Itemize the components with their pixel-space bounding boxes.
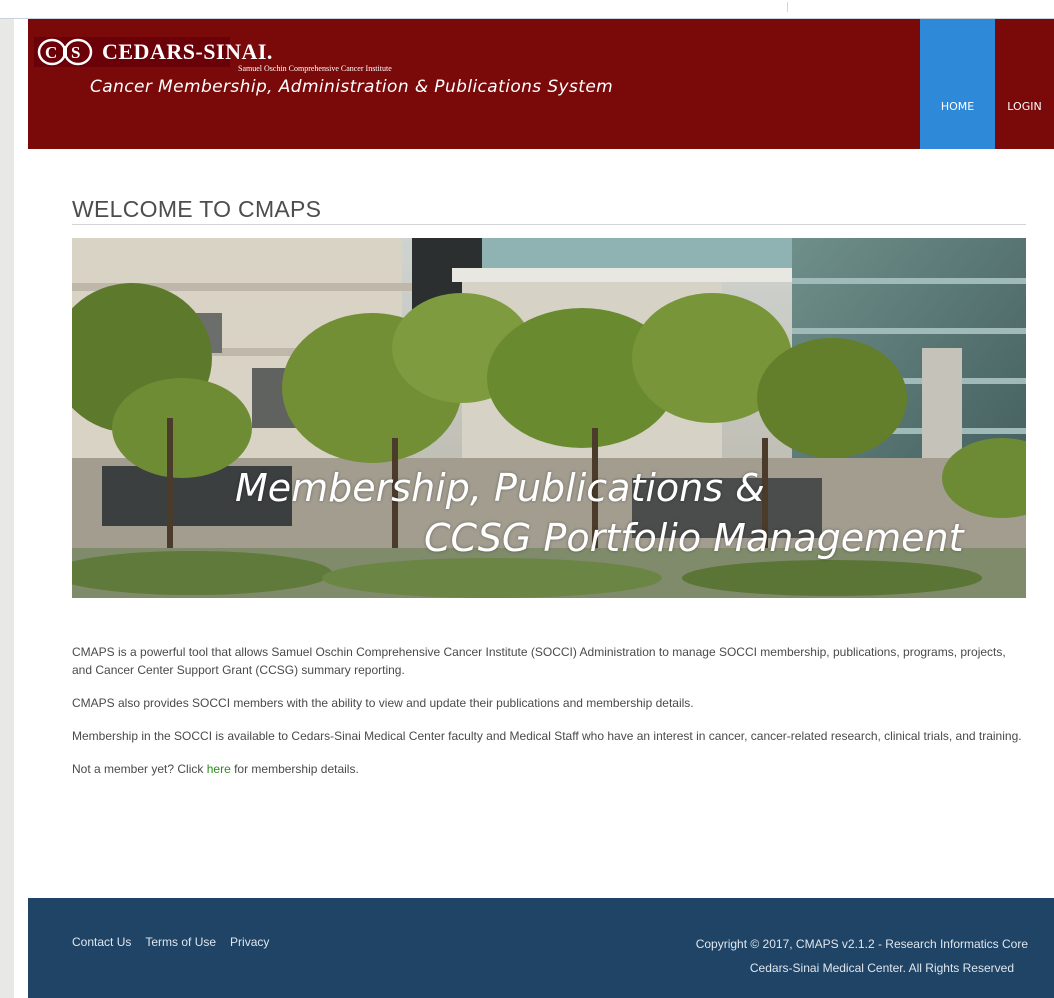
membership-prompt: Not a member yet? Click here for members… [72,760,1022,778]
institute-name: Samuel Oschin Comprehensive Cancer Insti… [238,64,392,73]
footer-links: Contact Us Terms of Use Privacy [72,935,269,949]
membership-prompt-before: Not a member yet? Click [72,762,207,776]
intro-paragraph: CMAPS is a powerful tool that allows Sam… [72,645,1006,677]
system-title: Cancer Membership, Administration & Publ… [90,77,614,97]
contact-us-link[interactable]: Contact Us [72,935,131,949]
title-divider [72,224,1026,225]
cs-logo-icon: C S [37,38,93,66]
cedars-sinai-logo[interactable]: C S CEDARS-SINAI. [34,37,272,67]
svg-text:S: S [71,43,80,62]
intro-paragraph: Membership in the SOCCI is available to … [72,729,1022,743]
copyright-line1: Copyright © 2017, CMAPS v2.1.2 - Researc… [695,937,1028,951]
intro-content: CMAPS is a powerful tool that allows Sam… [72,643,1022,793]
hero-headline-line2: CCSG Portfolio Management [424,516,964,560]
site-header: C S CEDARS-SINAI. Samuel Oschin Comprehe… [28,19,1054,149]
hero-headline-line1: Membership, Publications & [235,466,765,510]
membership-details-link[interactable]: here [207,762,231,776]
nav-login[interactable]: LOGIN [995,19,1054,149]
nav-home[interactable]: HOME [920,19,995,149]
svg-text:C: C [45,43,57,62]
logo-text: CEDARS-SINAI. [102,39,273,64]
privacy-link[interactable]: Privacy [230,935,269,949]
main-nav: HOME LOGIN [920,19,1054,149]
membership-prompt-after: for membership details. [230,762,359,776]
copyright-line2: Cedars-Sinai Medical Center. All Rights … [749,961,1014,975]
terms-of-use-link[interactable]: Terms of Use [145,935,216,949]
left-gutter [0,19,14,998]
divider [787,2,788,12]
page-title: WELCOME TO CMAPS [72,196,322,222]
intro-paragraph: CMAPS also provides SOCCI members with t… [72,696,694,710]
hero-banner: Membership, Publications & CCSG Portfoli… [72,238,1026,598]
browser-top-strip [0,0,1054,19]
site-footer: Contact Us Terms of Use Privacy Copyrigh… [28,898,1054,998]
